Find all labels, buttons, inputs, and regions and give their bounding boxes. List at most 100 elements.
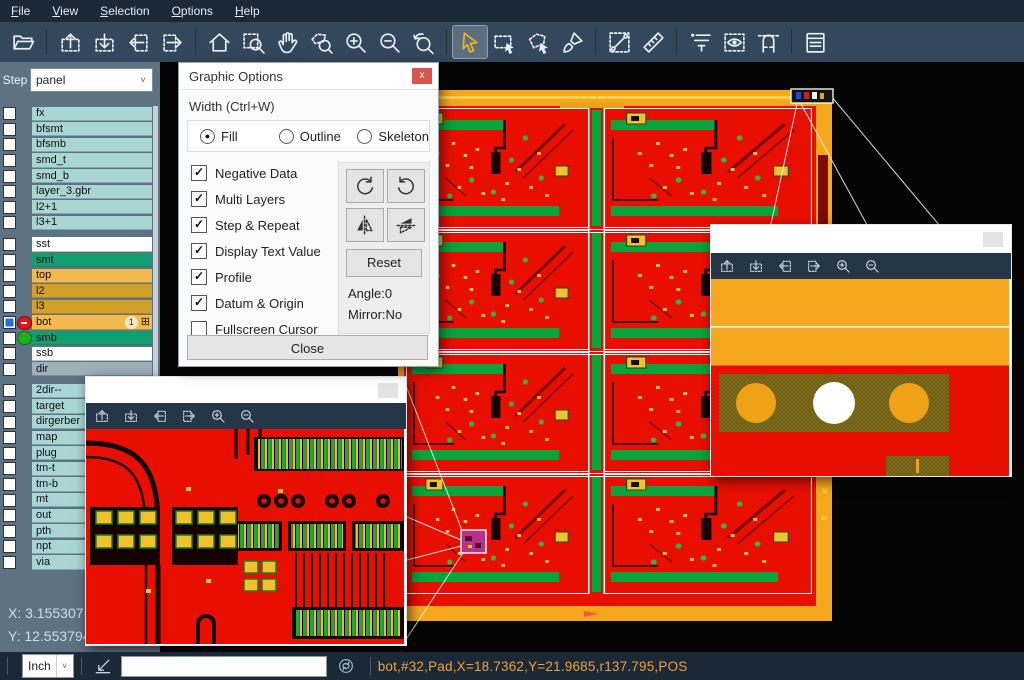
view-region-button[interactable] bbox=[717, 26, 751, 58]
zoom-previous-button[interactable] bbox=[406, 26, 440, 58]
layer-name[interactable]: l3+1 bbox=[32, 216, 152, 230]
report-list-button[interactable] bbox=[798, 26, 832, 58]
pan-hand-button[interactable] bbox=[270, 26, 304, 58]
popup-title-bar[interactable] bbox=[86, 377, 406, 403]
select-polygon-button[interactable] bbox=[521, 26, 555, 58]
layer-visibility-checkbox[interactable] bbox=[3, 416, 16, 429]
layer-visibility-checkbox[interactable] bbox=[3, 123, 16, 136]
layer-visibility-checkbox[interactable] bbox=[3, 400, 16, 413]
layer-visibility-checkbox[interactable] bbox=[3, 238, 16, 251]
command-input[interactable] bbox=[121, 656, 327, 677]
checkbox-negative-data[interactable]: ✓Negative Data bbox=[191, 160, 321, 186]
popup-title-bar[interactable] bbox=[711, 225, 1011, 253]
layer-visibility-checkbox[interactable] bbox=[3, 201, 16, 214]
checkbox-display-text-value[interactable]: ✓Display Text Value bbox=[191, 238, 321, 264]
menu-file[interactable]: File bbox=[0, 0, 41, 22]
zoom-in-button[interactable] bbox=[338, 26, 372, 58]
checkbox-multi-layers[interactable]: ✓Multi Layers bbox=[191, 186, 321, 212]
layer-visibility-checkbox[interactable] bbox=[3, 300, 16, 313]
zoom-source-box-center[interactable] bbox=[461, 530, 486, 553]
layer-name[interactable]: smd_b bbox=[32, 169, 152, 183]
layer-visibility-checkbox[interactable] bbox=[3, 185, 16, 198]
zoom-source-box-top-right[interactable] bbox=[791, 89, 833, 103]
zoom-in-icon[interactable] bbox=[835, 258, 851, 274]
layer-visibility-checkbox[interactable] bbox=[3, 332, 16, 345]
grid-icon[interactable]: ⊞ bbox=[141, 317, 150, 328]
layer-visibility-checkbox[interactable] bbox=[3, 447, 16, 460]
zoom-window-button[interactable] bbox=[236, 26, 270, 58]
popup-window-button[interactable] bbox=[378, 383, 398, 398]
filter-button[interactable] bbox=[683, 26, 717, 58]
layer-name[interactable]: dir bbox=[32, 362, 152, 376]
radio-skeleton[interactable]: Skeleton bbox=[357, 129, 429, 144]
select-rectangle-button[interactable] bbox=[487, 26, 521, 58]
dialog-title-bar[interactable]: Graphic Options x bbox=[179, 63, 438, 90]
menu-options[interactable]: Options bbox=[161, 0, 224, 22]
layer-name[interactable]: smb bbox=[32, 331, 152, 345]
pan-up-icon[interactable] bbox=[94, 408, 110, 424]
layer-visibility-checkbox[interactable] bbox=[3, 384, 16, 397]
radio-outline[interactable]: Outline bbox=[279, 129, 346, 144]
menu-selection[interactable]: Selection bbox=[89, 0, 160, 22]
ruler-button[interactable] bbox=[636, 26, 670, 58]
zoom-preview-canvas[interactable] bbox=[711, 279, 1011, 476]
layer-name[interactable]: bfsmb bbox=[32, 138, 152, 152]
layer-name[interactable]: bfsmt bbox=[32, 122, 152, 136]
close-button[interactable]: Close bbox=[187, 335, 428, 360]
menu-view[interactable]: View bbox=[41, 0, 89, 22]
layer-visibility-checkbox[interactable] bbox=[3, 154, 16, 167]
layer-name[interactable]: l2+1 bbox=[32, 200, 152, 214]
layer-visibility-checkbox[interactable] bbox=[3, 216, 16, 229]
pan-down-icon[interactable] bbox=[748, 258, 764, 274]
reset-button[interactable]: Reset bbox=[346, 249, 422, 277]
checkbox-profile[interactable]: ✓Profile bbox=[191, 264, 321, 290]
layer-visibility-checkbox[interactable] bbox=[3, 269, 16, 282]
pan-down-button[interactable] bbox=[87, 26, 121, 58]
snap-mode-icon[interactable] bbox=[93, 656, 113, 676]
zoom-out-icon[interactable] bbox=[864, 258, 880, 274]
zoom-out-icon[interactable] bbox=[239, 408, 255, 424]
pan-down-icon[interactable] bbox=[123, 408, 139, 424]
pan-left-icon[interactable] bbox=[777, 258, 793, 274]
close-icon[interactable]: x bbox=[412, 68, 432, 84]
popup-window-button[interactable] bbox=[983, 232, 1003, 247]
open-file-button[interactable] bbox=[6, 26, 40, 58]
radio-fill[interactable]: ●Fill bbox=[200, 129, 267, 144]
layer-name[interactable]: l2 bbox=[32, 284, 152, 298]
layer-visibility-checkbox[interactable] bbox=[3, 285, 16, 298]
layer-name[interactable]: bot 1 ⊞ bbox=[32, 315, 152, 329]
refresh-icon[interactable] bbox=[337, 657, 355, 675]
measure-button[interactable] bbox=[602, 26, 636, 58]
pan-right-button[interactable] bbox=[155, 26, 189, 58]
layer-name[interactable]: layer_3.gbr bbox=[32, 185, 152, 199]
layer-name[interactable]: l3 bbox=[32, 300, 152, 314]
pan-up-icon[interactable] bbox=[719, 258, 735, 274]
layer-visibility-checkbox[interactable] bbox=[3, 431, 16, 444]
layer-visibility-checkbox[interactable] bbox=[3, 138, 16, 151]
brush-button[interactable] bbox=[555, 26, 589, 58]
pan-up-button[interactable] bbox=[53, 26, 87, 58]
menu-help[interactable]: Help bbox=[224, 0, 271, 22]
layer-name[interactable]: smt bbox=[32, 253, 152, 267]
layer-visibility-checkbox[interactable] bbox=[3, 170, 16, 183]
snap-button[interactable] bbox=[751, 26, 785, 58]
rotate-ccw-button[interactable] bbox=[387, 169, 425, 203]
checkbox-datum-origin[interactable]: ✓Datum & Origin bbox=[191, 290, 321, 316]
layer-visibility-checkbox[interactable] bbox=[3, 363, 16, 376]
layer-name[interactable]: ssb bbox=[32, 347, 152, 361]
layer-visibility-checkbox[interactable] bbox=[3, 107, 16, 120]
pan-left-button[interactable] bbox=[121, 26, 155, 58]
layer-visibility-checkbox[interactable] bbox=[3, 254, 16, 267]
select-pointer-button[interactable] bbox=[453, 26, 487, 58]
checkbox-step-repeat[interactable]: ✓Step & Repeat bbox=[191, 212, 321, 238]
layer-visibility-checkbox[interactable] bbox=[3, 478, 16, 491]
layer-name[interactable]: sst bbox=[32, 237, 152, 251]
layer-name[interactable]: fx bbox=[32, 107, 152, 121]
layer-name[interactable]: top bbox=[32, 269, 152, 283]
zoom-in-icon[interactable] bbox=[210, 408, 226, 424]
layer-visibility-checkbox[interactable] bbox=[3, 462, 16, 475]
zoom-preview-canvas[interactable] bbox=[86, 429, 406, 644]
mirror-vertical-button[interactable] bbox=[387, 208, 425, 242]
layer-visibility-checkbox[interactable] bbox=[3, 540, 16, 553]
layer-visibility-checkbox[interactable] bbox=[3, 347, 16, 360]
